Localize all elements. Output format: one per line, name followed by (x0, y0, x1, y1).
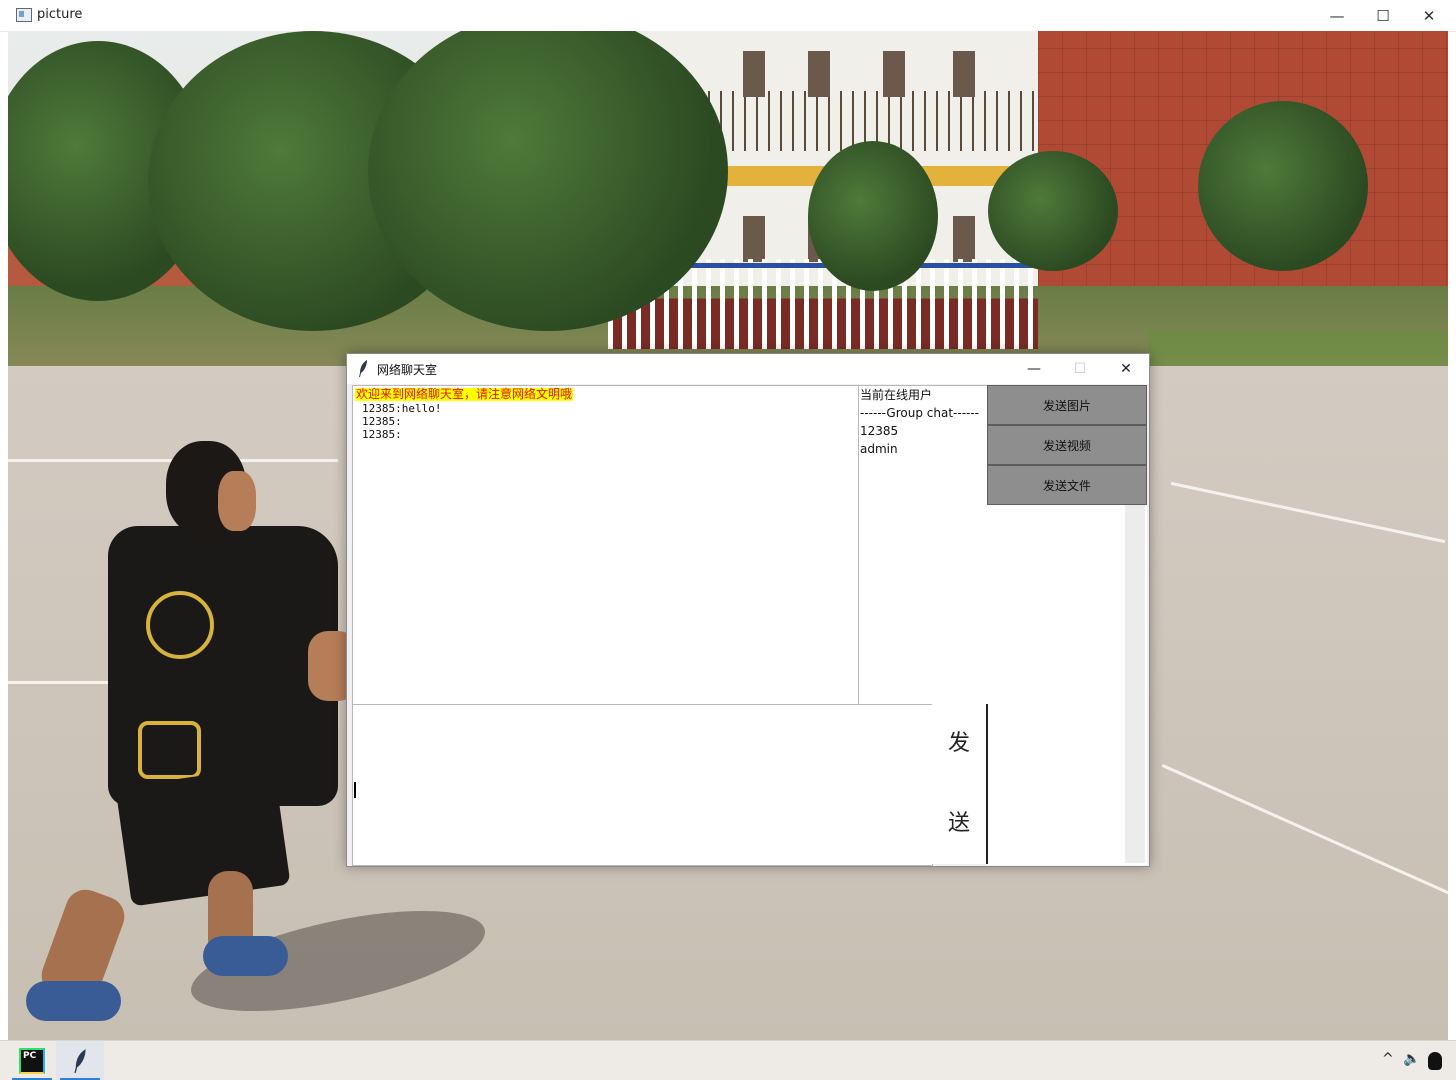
minimize-button[interactable]: — (1314, 0, 1360, 31)
feather-icon (74, 1049, 86, 1073)
chat-window-title: 网络聊天室 (377, 363, 438, 377)
user-item-admin[interactable]: admin (859, 440, 987, 458)
chat-maximize-button: ☐ (1057, 354, 1103, 384)
picture-window-titlebar[interactable]: picture — ☐ ✕ (0, 0, 1456, 32)
chat-minimize-button[interactable]: — (1011, 354, 1057, 384)
chat-window-titlebar[interactable]: 网络聊天室 — ☐ ✕ (347, 354, 1149, 384)
minimize-icon: — (1027, 361, 1041, 377)
taskbar: PC ^ 🔈 (0, 1040, 1456, 1080)
send-picture-button[interactable]: 发送图片 (987, 385, 1147, 425)
message-line: 12385: (362, 415, 402, 428)
close-icon: ✕ (1422, 6, 1436, 25)
welcome-message: 欢迎来到网络聊天室，请注意网络文明哦 (355, 387, 574, 401)
tray-chevron-icon[interactable]: ^ (1382, 1051, 1394, 1067)
taskbar-tk-app[interactable] (56, 1041, 104, 1080)
message-input[interactable] (352, 704, 933, 866)
close-icon: ✕ (1120, 361, 1132, 377)
chat-close-button[interactable]: ✕ (1103, 354, 1149, 384)
picture-app-icon (16, 8, 32, 22)
maximize-button[interactable]: ☐ (1360, 0, 1406, 31)
minimize-icon: — (1329, 6, 1345, 25)
taskbar-pycharm[interactable]: PC (8, 1041, 56, 1080)
text-caret (354, 782, 356, 798)
send-button[interactable]: 发 送 (932, 704, 988, 864)
message-history[interactable]: 欢迎来到网络聊天室，请注意网络文明哦 12385:hello! 12385: 1… (352, 385, 859, 705)
qq-icon[interactable] (1428, 1052, 1442, 1070)
send-video-button[interactable]: 发送视频 (987, 425, 1147, 465)
picture-window-title: picture (37, 7, 83, 22)
close-button[interactable]: ✕ (1406, 0, 1452, 31)
send-file-button[interactable]: 发送文件 (987, 465, 1147, 505)
user-item-12385[interactable]: 12385 (859, 422, 987, 440)
maximize-icon: ☐ (1073, 361, 1087, 377)
message-list: 12385:hello! 12385: 12385: (362, 402, 441, 441)
side-panel-scrollbar[interactable] (1125, 505, 1145, 863)
online-users-header: 当前在线用户 (860, 388, 933, 402)
send-button-char-1: 发 (947, 731, 970, 756)
chat-window: 网络聊天室 — ☐ ✕ 欢迎来到网络聊天室，请注意网络文明哦 12385:hel… (346, 353, 1150, 867)
volume-muted-icon[interactable]: 🔈 (1403, 1051, 1420, 1067)
side-panel: 发送图片 发送视频 发送文件 (987, 385, 1147, 865)
user-item-group-chat[interactable]: ------Group chat------ (859, 404, 987, 422)
pycharm-icon: PC (19, 1048, 45, 1074)
message-line: 12385:hello! (362, 402, 442, 415)
send-button-char-2: 送 (947, 811, 970, 836)
feather-icon (359, 360, 367, 377)
online-users-list[interactable]: 当前在线用户 ------Group chat------ 12385 admi… (858, 385, 988, 705)
maximize-icon: ☐ (1376, 6, 1390, 25)
message-line: 12385: (362, 428, 402, 441)
